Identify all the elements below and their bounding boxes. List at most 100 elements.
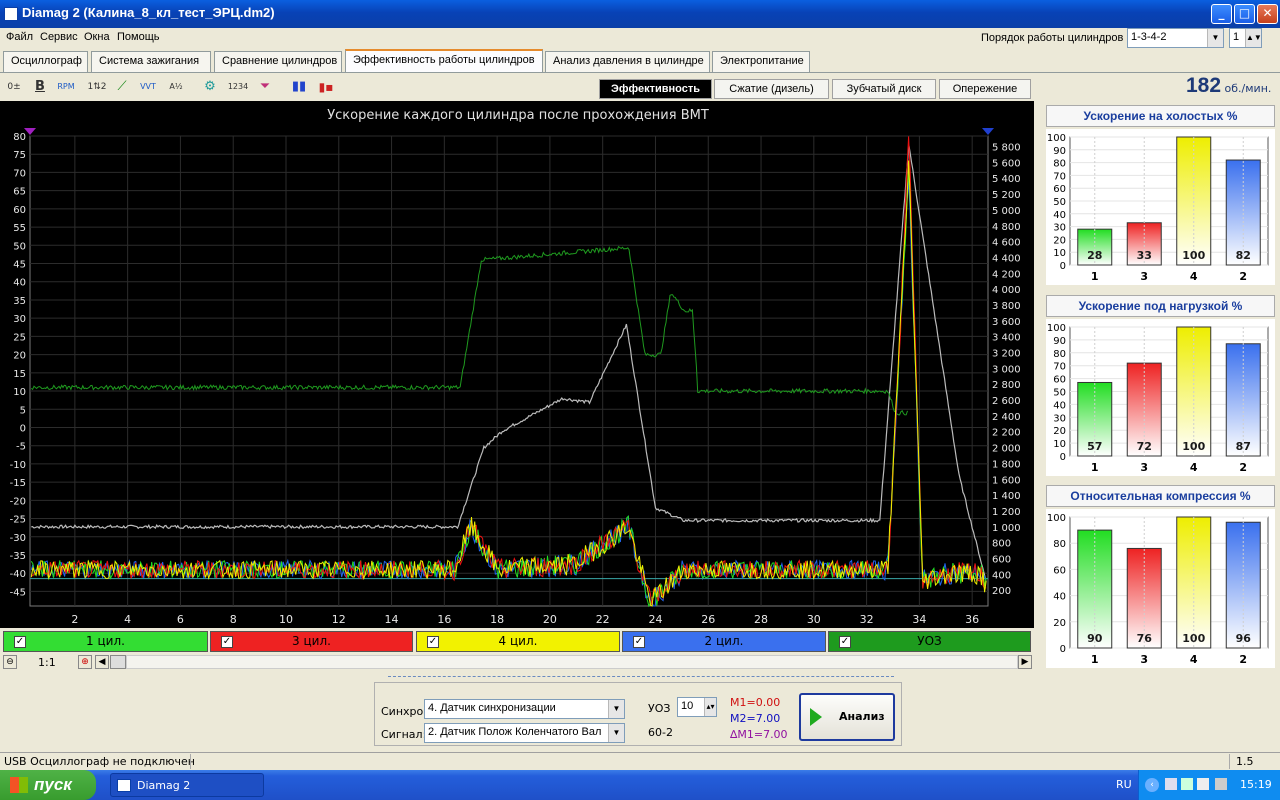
bar-category-label: 1	[1091, 461, 1099, 474]
x-tick-label: 32	[860, 613, 874, 626]
rpm-trace	[31, 144, 986, 579]
idle-accel-chart: 100 90 80 70 60 50 40 30 20 10 0 28 1 33 3 100 4 82 2	[1046, 129, 1275, 285]
taskbar-app-button[interactable]: Diamag 2	[110, 773, 264, 797]
bar-category-label: 4	[1190, 653, 1198, 666]
channel-toggle-1[interactable]: ✓ 1 цил.	[3, 631, 208, 652]
tray-icon[interactable]	[1215, 778, 1227, 790]
checkbox-icon[interactable]: ✓	[221, 636, 233, 648]
channel-toggle-3[interactable]: ✓ 4 цил.	[416, 631, 620, 652]
channel-toggle-5[interactable]: ✓ УОЗ	[828, 631, 1031, 652]
y2-tick-label: 200	[992, 586, 1011, 597]
acceleration-chart-svg: Ускорение каждого цилиндра после прохожд…	[10, 108, 1021, 626]
y2-tick-label: 400	[992, 570, 1011, 581]
subtab-advance[interactable]: Опережение	[939, 79, 1031, 99]
scroll-thumb[interactable]	[110, 655, 126, 669]
x-tick-label: 30	[807, 613, 821, 626]
close-button[interactable]: ✕	[1257, 4, 1278, 24]
y2-tick-label: 800	[992, 539, 1011, 550]
bar-y-tick: 60	[1053, 184, 1066, 195]
app-icon	[117, 779, 131, 792]
tab-ignition[interactable]: Система зажигания	[91, 51, 211, 72]
algorithm-icon[interactable]: A½	[165, 76, 187, 98]
bar-y-tick: 80	[1053, 349, 1066, 360]
menu-service[interactable]: Сервис	[40, 31, 78, 43]
bar-y-tick: 10	[1053, 439, 1066, 450]
start-label: пуск	[34, 775, 72, 794]
bar-value-label: 87	[1236, 440, 1251, 453]
firing-order-select[interactable]: 1-3-4-2 ▼	[1127, 28, 1224, 48]
sync-select[interactable]: 4. Датчик синхронизации ▼	[424, 699, 625, 719]
y-tick-label: -40	[10, 569, 26, 580]
start-button[interactable]: пуск	[0, 770, 96, 800]
settings-icon[interactable]: 0±	[3, 76, 25, 98]
bold-icon[interactable]: B	[29, 76, 51, 98]
tray-icon[interactable]	[1165, 778, 1177, 790]
tab-cylinder-compare[interactable]: Сравнение цилиндров	[214, 51, 342, 72]
chevron-down-icon: ▼	[1207, 29, 1223, 47]
bar-y-tick: 100	[1047, 513, 1066, 524]
subtab-compression-diesel[interactable]: Сжатие (дизель)	[714, 79, 829, 99]
rpm-icon[interactable]: RPM	[55, 76, 77, 98]
app-icon	[4, 7, 18, 21]
line-icon[interactable]: ⟋	[111, 76, 133, 98]
analysis-controls: Синхро: 4. Датчик синхронизации ▼ Сигнал:…	[374, 682, 902, 746]
marker-m2: M2=7.00	[730, 712, 781, 725]
y2-tick-label: 4 000	[992, 285, 1021, 296]
sort-icon[interactable]: 1234	[227, 76, 249, 98]
zoom-out-icon[interactable]: ⊖	[3, 655, 17, 669]
checkbox-icon[interactable]: ✓	[633, 636, 645, 648]
checkbox-icon[interactable]: ✓	[427, 636, 439, 648]
y-tick-label: 15	[13, 369, 26, 380]
maximize-button[interactable]: □	[1234, 4, 1255, 24]
bar-category-label: 2	[1239, 461, 1247, 474]
cylinder-select[interactable]: 1 ▲▼	[1229, 28, 1262, 48]
zoom-in-icon[interactable]: ⊕	[78, 655, 92, 669]
tab-oscilloscope[interactable]: Осциллограф	[3, 51, 88, 72]
checkbox-icon[interactable]: ✓	[14, 636, 26, 648]
x-tick-label: 4	[124, 613, 131, 626]
marker-m2-icon[interactable]	[982, 128, 994, 135]
scroll-left-icon[interactable]: ◀	[95, 655, 109, 669]
y-tick-label: -25	[10, 515, 26, 526]
y-tick-label: -45	[10, 587, 26, 598]
menu-windows[interactable]: Окна	[84, 31, 110, 43]
chevron-left-icon[interactable]: ‹	[1145, 778, 1159, 792]
analyze-button[interactable]: Анализ	[799, 693, 895, 741]
vvt-icon[interactable]: VVT	[137, 76, 159, 98]
checkbox-icon[interactable]: ✓	[839, 636, 851, 648]
bar-value-label: 28	[1087, 249, 1102, 262]
y2-tick-label: 1 400	[992, 491, 1021, 502]
tray-icon[interactable]	[1181, 778, 1193, 790]
menu-file[interactable]: Файл	[6, 31, 33, 43]
signal-select[interactable]: 2. Датчик Полож Коленчатого Вал ▼	[424, 723, 625, 743]
y2-tick-label: 5 800	[992, 143, 1021, 154]
signal-value: 2. Датчик Полож Коленчатого Вал	[428, 726, 602, 738]
bar-category-label: 3	[1140, 270, 1148, 283]
scroll-right-icon[interactable]: ▶	[1018, 655, 1032, 669]
scroll-track[interactable]	[126, 655, 1018, 669]
funnel-icon[interactable]: ⏷	[254, 76, 276, 98]
minimize-button[interactable]: _	[1211, 4, 1232, 24]
tab-cylinder-pressure[interactable]: Анализ давления в цилиндре	[545, 51, 710, 72]
channel-toggle-4[interactable]: ✓ 2 цил.	[622, 631, 826, 652]
tab-cylinder-efficiency[interactable]: Эффективность работы цилиндров	[345, 49, 543, 73]
filter-icon[interactable]: ⚙	[199, 76, 221, 98]
subtab-toothed-disk[interactable]: Зубчатый диск	[832, 79, 936, 99]
teeth-label: 60-2	[648, 726, 673, 739]
scale-icon[interactable]: 1⇅2	[86, 76, 108, 98]
language-indicator[interactable]: RU	[1116, 778, 1132, 791]
status-bar: USB Осциллограф не подключен 1.5	[0, 752, 1280, 770]
tray-icon[interactable]	[1197, 778, 1209, 790]
bars-icon[interactable]: ▮▮	[288, 76, 310, 98]
menu-help[interactable]: Помощь	[117, 31, 160, 43]
subtab-efficiency[interactable]: Эффективность	[599, 79, 712, 99]
y2-tick-label: 3 200	[992, 349, 1021, 360]
channel-toggle-2[interactable]: ✓ 3 цил.	[210, 631, 413, 652]
tab-power-supply[interactable]: Электропитание	[712, 51, 810, 72]
splitter[interactable]	[388, 676, 894, 680]
marker-icon[interactable]: ▮▪	[315, 76, 337, 98]
y2-tick-label: 4 400	[992, 253, 1021, 264]
y2-tick-label: 3 600	[992, 317, 1021, 328]
acceleration-chart[interactable]: Ускорение каждого цилиндра после прохожд…	[0, 101, 1034, 628]
uoz-stepper[interactable]: 10 ▴▾	[677, 697, 717, 717]
